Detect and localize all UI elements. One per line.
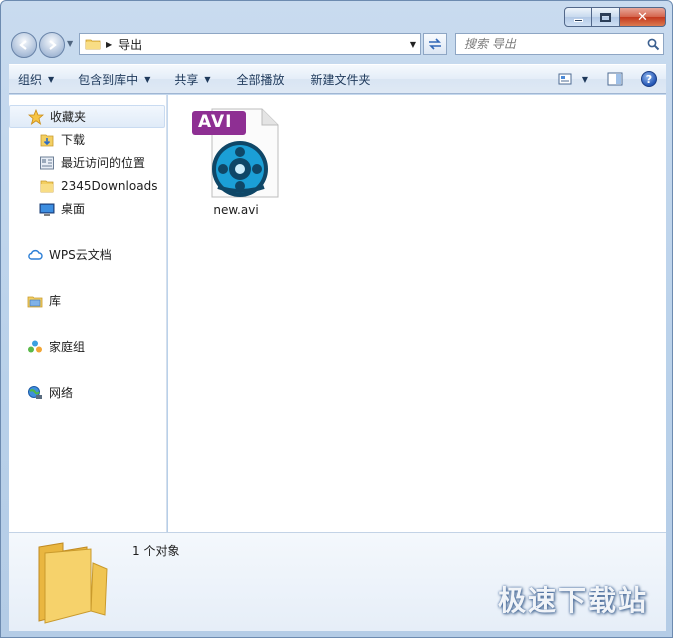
chevron-down-icon: ▼: [48, 74, 55, 84]
change-view-button[interactable]: [552, 68, 578, 90]
back-button[interactable]: [11, 32, 37, 58]
include-in-library-menu[interactable]: 包含到库中 ▼: [69, 67, 159, 91]
toolbar-right: ▼ ?: [552, 68, 666, 90]
forward-button[interactable]: [39, 32, 65, 58]
cloud-icon: [27, 247, 43, 263]
network-icon: [27, 385, 43, 401]
chevron-down-icon: ▼: [581, 74, 589, 84]
nav-item-recent-places[interactable]: 最近访问的位置: [9, 151, 166, 174]
nav-homegroup-label: 家庭组: [49, 340, 86, 354]
nav-wps-cloud-label: WPS云文档: [49, 248, 112, 262]
file-item[interactable]: AVI new.avi: [188, 105, 284, 217]
nav-item-label: 最近访问的位置: [61, 156, 146, 170]
arrow-right-icon: [49, 40, 57, 50]
nav-item-downloads[interactable]: 下载: [9, 128, 166, 151]
refresh-button[interactable]: [423, 33, 447, 55]
nav-favorites[interactable]: 收藏夹: [9, 105, 165, 128]
organize-menu[interactable]: 组织 ▼: [9, 67, 63, 91]
address-bar[interactable]: ▶ 导出 ▼: [79, 33, 421, 55]
nav-libraries[interactable]: 库: [9, 289, 166, 312]
item-count-label: 1 个对象: [132, 544, 180, 558]
search-box[interactable]: [455, 33, 664, 55]
arrow-left-icon: [19, 40, 27, 50]
organize-label: 组织: [18, 72, 43, 87]
preview-pane-icon: [607, 72, 623, 86]
chevron-down-icon: ▼: [144, 74, 151, 84]
folder-icon: [39, 178, 55, 194]
folder-icon: [33, 539, 117, 628]
homegroup-icon: [27, 339, 43, 355]
search-input[interactable]: [456, 35, 643, 53]
new-folder-button[interactable]: 新建文件夹: [302, 67, 380, 91]
play-all-label: 全部播放: [236, 72, 285, 87]
help-button[interactable]: ?: [636, 68, 662, 90]
breadcrumb-separator-icon[interactable]: ▶: [106, 40, 112, 49]
nav-item-label: 下载: [61, 133, 86, 147]
minimize-icon: [573, 18, 583, 22]
minimize-button[interactable]: [564, 7, 592, 27]
desktop-icon: [39, 201, 55, 217]
avi-badge-label: AVI: [198, 112, 233, 132]
nav-item-2345downloads[interactable]: 2345Downloads: [9, 174, 166, 197]
watermark-logo: 极速下载站: [497, 584, 648, 617]
nav-network-label: 网络: [49, 386, 74, 400]
view-options-icon: [558, 73, 572, 85]
chevron-down-icon: ▼: [204, 74, 211, 84]
download-folder-icon: [39, 132, 55, 148]
command-bar: 组织 ▼ 包含到库中 ▼ 共享 ▼ 全部播放 新建文件夹 ▼ ?: [9, 64, 666, 94]
star-icon: [28, 108, 44, 125]
view-options-dropdown[interactable]: ▼: [578, 68, 592, 90]
help-icon: ?: [641, 71, 657, 87]
nav-item-label: 2345Downloads: [61, 178, 158, 193]
nav-libraries-label: 库: [49, 294, 62, 308]
caption-buttons: ✕: [564, 7, 666, 27]
include-in-library-label: 包含到库中: [78, 72, 139, 87]
nav-homegroup[interactable]: 家庭组: [9, 335, 166, 358]
share-menu[interactable]: 共享 ▼: [165, 67, 219, 91]
play-all-button[interactable]: 全部播放: [228, 67, 294, 91]
details-pane: 1 个对象 极速下载站: [9, 532, 666, 631]
folder-icon: [85, 39, 101, 50]
nav-network[interactable]: 网络: [9, 381, 166, 404]
nav-item-desktop[interactable]: 桌面: [9, 197, 166, 220]
file-name: new.avi: [213, 203, 259, 217]
search-icon[interactable]: [643, 38, 663, 51]
explorer-window: ✕ ▼ ▶ 导出 ▼ 搜索 导出 组织 ▼ 包含到库中 ▼ 共享 ▼ 全部播放 …: [0, 0, 673, 638]
address-row: ▼ ▶ 导出 ▼: [9, 31, 664, 59]
nav-wps-cloud[interactable]: WPS云文档: [9, 243, 166, 266]
maximize-button[interactable]: [592, 7, 620, 27]
navigation-pane: 收藏夹 下载 最近访问的位置 2345Downloads 桌面 WPS云文档 库…: [9, 95, 167, 532]
recent-pages-dropdown[interactable]: ▼: [67, 39, 73, 48]
refresh-icon: [429, 38, 441, 50]
avi-file-icon: AVI: [188, 105, 284, 201]
nav-favorites-label: 收藏夹: [50, 110, 87, 124]
preview-pane-button[interactable]: [602, 68, 628, 90]
close-icon: ✕: [637, 9, 648, 25]
library-icon: [27, 293, 43, 309]
share-label: 共享: [174, 72, 199, 87]
file-list-view[interactable]: AVI new.avi: [168, 95, 666, 532]
nav-item-label: 桌面: [61, 202, 86, 216]
maximize-icon: [600, 12, 611, 22]
close-button[interactable]: ✕: [620, 7, 666, 27]
address-history-dropdown[interactable]: ▼: [406, 40, 420, 49]
breadcrumb-current[interactable]: 导出: [118, 36, 406, 53]
new-folder-label: 新建文件夹: [310, 72, 371, 87]
recent-places-icon: [39, 155, 55, 171]
